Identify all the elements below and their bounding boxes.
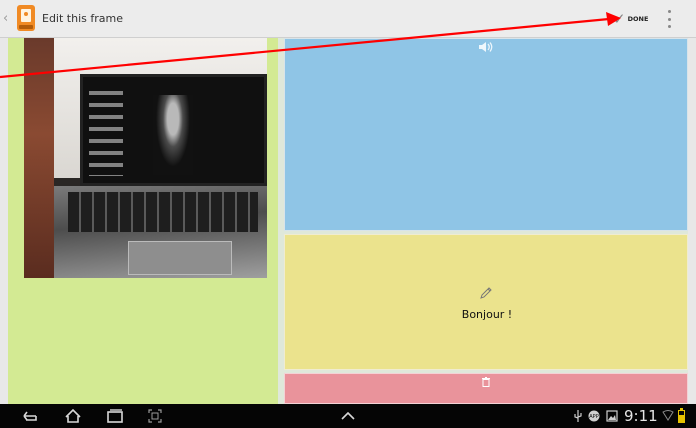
home-icon[interactable] (64, 408, 82, 424)
photo-laptop-screen (80, 74, 267, 186)
frame-photo[interactable] (24, 38, 267, 278)
system-nav-bar: APP 9:11 (0, 404, 696, 428)
app-icon-sheet (21, 9, 31, 22)
screen-title: Edit this frame (42, 12, 123, 25)
pencil-icon (480, 287, 492, 299)
speaker-icon (479, 42, 493, 52)
done-label: DONE (627, 15, 649, 23)
text-frame[interactable]: Bonjour ! (284, 234, 688, 370)
done-button[interactable]: ✓ DONE (613, 6, 655, 32)
overflow-dot (667, 10, 671, 13)
back-chevron-icon[interactable]: ‹ (3, 11, 8, 27)
wifi-icon (662, 410, 674, 421)
frame-options: Bonjour ! (284, 38, 688, 404)
photo-touchpad (128, 241, 232, 275)
audio-frame[interactable] (284, 38, 688, 231)
notification-icon: APP (588, 410, 600, 422)
svg-text:APP: APP (589, 414, 598, 420)
check-icon: ✓ (613, 10, 626, 28)
overflow-dot (667, 25, 671, 28)
clock: 9:11 (624, 407, 658, 425)
app-icon-base (19, 25, 33, 29)
photo-keys (68, 192, 258, 232)
recent-apps-icon[interactable] (106, 409, 124, 423)
battery-icon (678, 408, 685, 423)
action-bar: ‹ Edit this frame ✓ DONE (0, 0, 696, 38)
photo-bookshelf (24, 38, 54, 278)
gallery-icon (606, 410, 618, 422)
delete-frame[interactable] (284, 373, 688, 404)
back-icon[interactable] (20, 410, 38, 422)
image-frame[interactable] (8, 38, 278, 404)
photo-laptop-keyboard (54, 186, 267, 278)
frame-text: Bonjour ! (461, 308, 513, 321)
photo-guitarist (153, 95, 193, 175)
frame-editor: Bonjour ! (8, 38, 688, 404)
overflow-dot (667, 17, 671, 21)
usb-icon (574, 410, 582, 422)
chevron-up-icon[interactable] (341, 412, 355, 420)
screenshot-icon[interactable] (148, 409, 162, 423)
photo-desktop-icons (89, 91, 123, 176)
trash-icon (482, 377, 490, 387)
app-frame-icon[interactable] (17, 5, 35, 31)
overflow-menu-icon[interactable] (666, 10, 672, 28)
